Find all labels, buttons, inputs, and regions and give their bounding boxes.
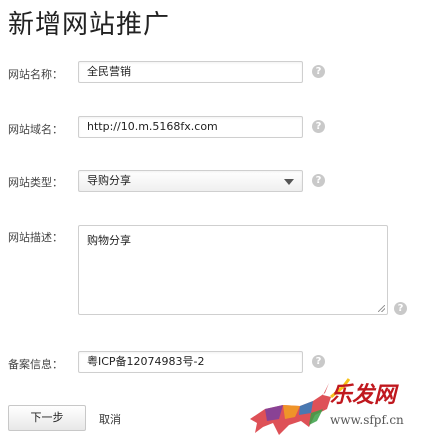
chevron-down-icon	[284, 179, 294, 185]
site-domain-help-icon[interactable]: ?	[312, 120, 325, 133]
watermark-url: www.sfpf.cn	[330, 413, 404, 427]
site-desc-label: 网站描述：	[8, 231, 63, 244]
icp-help-icon[interactable]: ?	[312, 355, 325, 368]
icp-input[interactable]: 粤ICP备12074983号-2	[78, 351, 303, 373]
site-type-help-icon[interactable]: ?	[312, 174, 325, 187]
cancel-link[interactable]: 取消	[99, 411, 121, 427]
icp-label: 备案信息：	[8, 358, 63, 371]
site-type-select[interactable]: 导购分享	[78, 170, 303, 192]
site-type-selected-value: 导购分享	[87, 174, 131, 187]
page-title: 新增网站推广	[8, 10, 171, 40]
next-step-button[interactable]: 下一步	[8, 405, 86, 431]
watermark-brand: 乐发网	[330, 382, 397, 408]
site-desc-help-icon[interactable]: ?	[394, 302, 407, 315]
site-domain-label: 网站域名：	[8, 123, 63, 136]
site-desc-text: 购物分享	[87, 234, 131, 247]
site-type-label: 网站类型：	[8, 176, 63, 189]
site-name-label: 网站名称：	[8, 68, 63, 81]
resize-handle-icon[interactable]	[378, 305, 385, 312]
site-name-input[interactable]: 全民营销	[78, 61, 303, 83]
site-desc-textarea[interactable]: 购物分享	[78, 225, 388, 315]
site-name-help-icon[interactable]: ?	[312, 65, 325, 78]
site-domain-input[interactable]: http://10.m.5168fx.com	[78, 116, 303, 138]
